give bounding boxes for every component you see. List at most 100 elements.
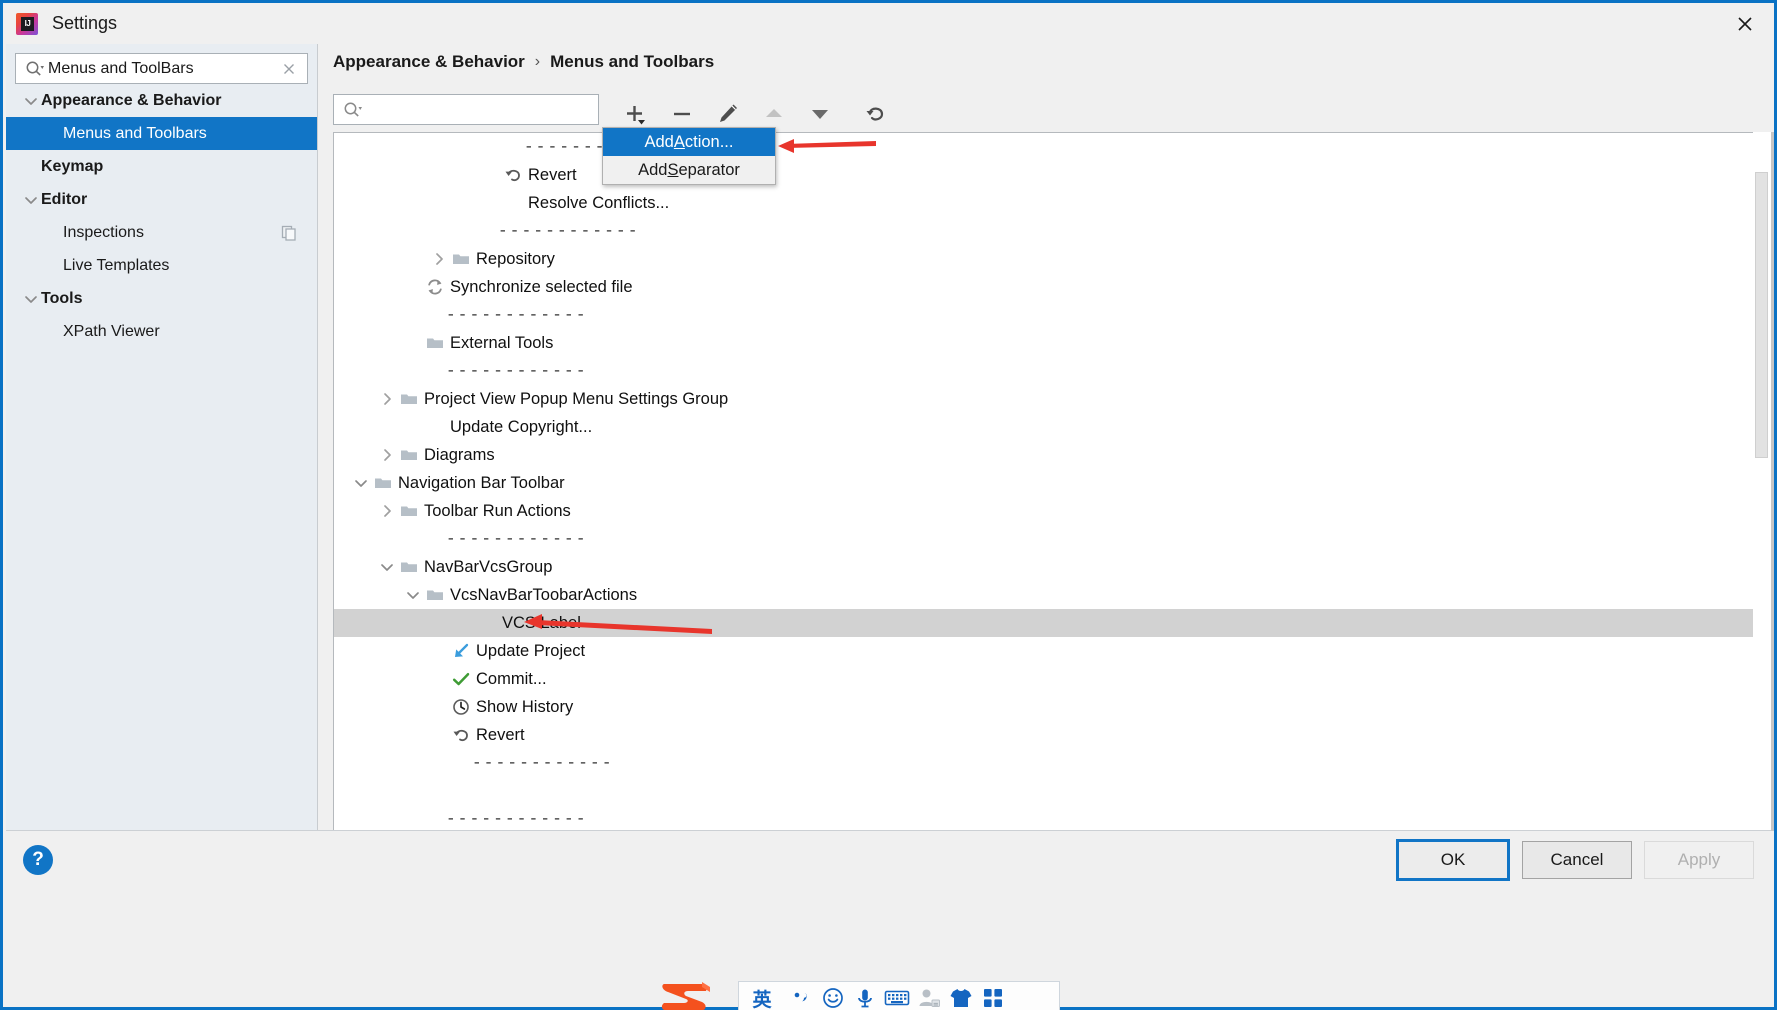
tree-separator-row[interactable]: ------------ [334, 749, 1771, 777]
sidebar-item-tools[interactable]: Tools [6, 282, 317, 315]
add-button[interactable] [619, 97, 653, 131]
scrollbar-track[interactable] [1753, 132, 1771, 831]
tree-row-label: Navigation Bar Toolbar [398, 473, 565, 492]
sidebar-item-label: Tools [41, 289, 83, 307]
tree-row[interactable]: Commit... [334, 665, 1771, 693]
folder-icon [424, 333, 446, 353]
ime-soft-keyboard-button[interactable] [881, 983, 913, 1010]
tree-row[interactable]: VCS Label [334, 609, 1771, 637]
cancel-button[interactable]: Cancel [1522, 841, 1632, 879]
ime-punctuation-toggle[interactable] [785, 983, 817, 1010]
separator-dashes: ------------ [446, 306, 588, 324]
sogou-logo-icon[interactable] [658, 978, 718, 1010]
update-project-icon [450, 641, 472, 661]
tree-row[interactable]: Revert [334, 161, 1771, 189]
sidebar-search-container: Menus and ToolBars [6, 44, 317, 84]
commit-icon [450, 669, 472, 689]
chevron-right-icon[interactable] [376, 445, 398, 465]
tree-row[interactable]: Update Copyright... [334, 413, 1771, 441]
clear-icon[interactable] [281, 61, 297, 77]
chevron-down-icon[interactable] [350, 473, 372, 493]
sidebar-item-label: Menus and Toolbars [63, 124, 207, 142]
arrow-up-icon[interactable] [757, 97, 791, 131]
tree-separator-row[interactable]: ------------ [334, 301, 1771, 329]
chevron-right-icon: › [534, 53, 541, 70]
sidebar-item-list: Appearance & Behavior Menus and Toolbars K… [6, 84, 317, 348]
remove-button[interactable] [665, 97, 699, 131]
scrollbar-thumb[interactable] [1755, 172, 1768, 458]
tree-separator-row[interactable]: ------------ [334, 805, 1771, 830]
breadcrumb: Appearance & Behavior › Menus and Toolba… [333, 52, 714, 72]
rollback-icon[interactable] [859, 97, 893, 131]
tree-row[interactable]: Resolve Conflicts... [334, 189, 1771, 217]
ime-language-toggle[interactable]: 英 [739, 983, 785, 1010]
tree-row-label: External Tools [450, 333, 554, 352]
dialog-buttons: OK Cancel Apply [1396, 839, 1754, 881]
separator-dashes: ------------ [498, 222, 640, 240]
filter-input[interactable] [333, 94, 599, 125]
chevron-down-icon[interactable] [21, 84, 41, 117]
chevron-down-icon[interactable] [402, 585, 424, 605]
tree-row[interactable]: Navigation Bar Toolbar [334, 469, 1771, 497]
chevron-down-icon[interactable] [376, 557, 398, 577]
search-input[interactable]: Menus and ToolBars [15, 53, 308, 84]
menu-item-add-action[interactable]: Add Action... [603, 128, 775, 156]
sidebar-item-menus-and-toolbars[interactable]: Menus and Toolbars [6, 117, 317, 150]
sidebar-item-xpath-viewer[interactable]: XPath Viewer [6, 315, 317, 348]
chevron-right-icon[interactable] [376, 389, 398, 409]
synchronize-icon [424, 277, 446, 297]
ok-button[interactable]: OK [1396, 839, 1510, 881]
tree-row[interactable]: Update Project [334, 637, 1771, 665]
tree-row[interactable]: External Tools [334, 329, 1771, 357]
tree-row-label: Revert [528, 165, 577, 184]
tree-separator-row[interactable]: ------------ [334, 217, 1771, 245]
copy-icon[interactable] [279, 216, 299, 249]
tree-vertical-scrollbar[interactable] [1753, 132, 1771, 831]
ime-voice-input-button[interactable] [849, 983, 881, 1010]
tree-row[interactable]: Show History [334, 693, 1771, 721]
breadcrumb-leaf: Menus and Toolbars [550, 52, 715, 71]
tree-row-label: Synchronize selected file [450, 277, 633, 296]
tree-separator-row[interactable]: ------------ [334, 133, 1771, 161]
tree-row[interactable]: Revert [334, 721, 1771, 749]
sidebar-item-label: Editor [41, 190, 88, 208]
sidebar-item-keymap[interactable]: Keymap [6, 150, 317, 183]
sidebar-item-editor[interactable]: Editor [6, 183, 317, 216]
revert-icon [502, 165, 524, 185]
sidebar-item-live-templates[interactable]: Live Templates [6, 249, 317, 282]
menu-item-add-separator[interactable]: Add Separator [603, 156, 775, 184]
breadcrumb-root[interactable]: Appearance & Behavior [333, 52, 525, 72]
tree-row[interactable]: NavBarVcsGroup [334, 553, 1771, 581]
arrow-down-icon[interactable] [803, 97, 837, 131]
tree-row-label: Repository [476, 249, 555, 268]
ime-toolbox-button[interactable] [977, 983, 1009, 1010]
menu-item-add-action-prefix: Add [644, 132, 674, 151]
menu-item-add-separator-prefix: Add [638, 160, 668, 179]
close-icon[interactable] [1716, 3, 1774, 44]
ime-emoji-button[interactable] [817, 983, 849, 1010]
chevron-down-icon[interactable] [21, 183, 41, 216]
ime-skin-button[interactable] [945, 983, 977, 1010]
tree-row[interactable]: Repository [334, 245, 1771, 273]
tree-separator-row[interactable]: ------------ [334, 357, 1771, 385]
sidebar-item-appearance-and-behavior[interactable]: Appearance & Behavior [6, 84, 317, 117]
tree-row[interactable]: Toolbar Run Actions [334, 497, 1771, 525]
sidebar-item-inspections[interactable]: Inspections [6, 216, 317, 249]
help-button[interactable]: ? [23, 845, 53, 875]
pencil-icon[interactable] [711, 97, 745, 131]
tree-row[interactable]: VcsNavBarToobarActions [334, 581, 1771, 609]
tree-separator-row[interactable]: ------------ [334, 525, 1771, 553]
tree-row[interactable]: Synchronize selected file [334, 273, 1771, 301]
tree-row-label: Toolbar Run Actions [424, 501, 571, 520]
folder-icon [398, 445, 420, 465]
tree-row-label: VcsNavBarToobarActions [450, 585, 638, 604]
chevron-right-icon[interactable] [376, 501, 398, 521]
tree-row-label: VCS Label [502, 613, 581, 632]
tree-row[interactable]: Diagrams [334, 441, 1771, 469]
actions-tree: ------------ Revert Resolve Conflicts... --… [333, 132, 1771, 831]
ime-account-button[interactable] [913, 983, 945, 1010]
chevron-down-icon[interactable] [21, 282, 41, 315]
tree-row[interactable]: Project View Popup Menu Settings Group [334, 385, 1771, 413]
chevron-right-icon[interactable] [428, 249, 450, 269]
chinese-mode-icon: 英 [752, 989, 772, 1010]
